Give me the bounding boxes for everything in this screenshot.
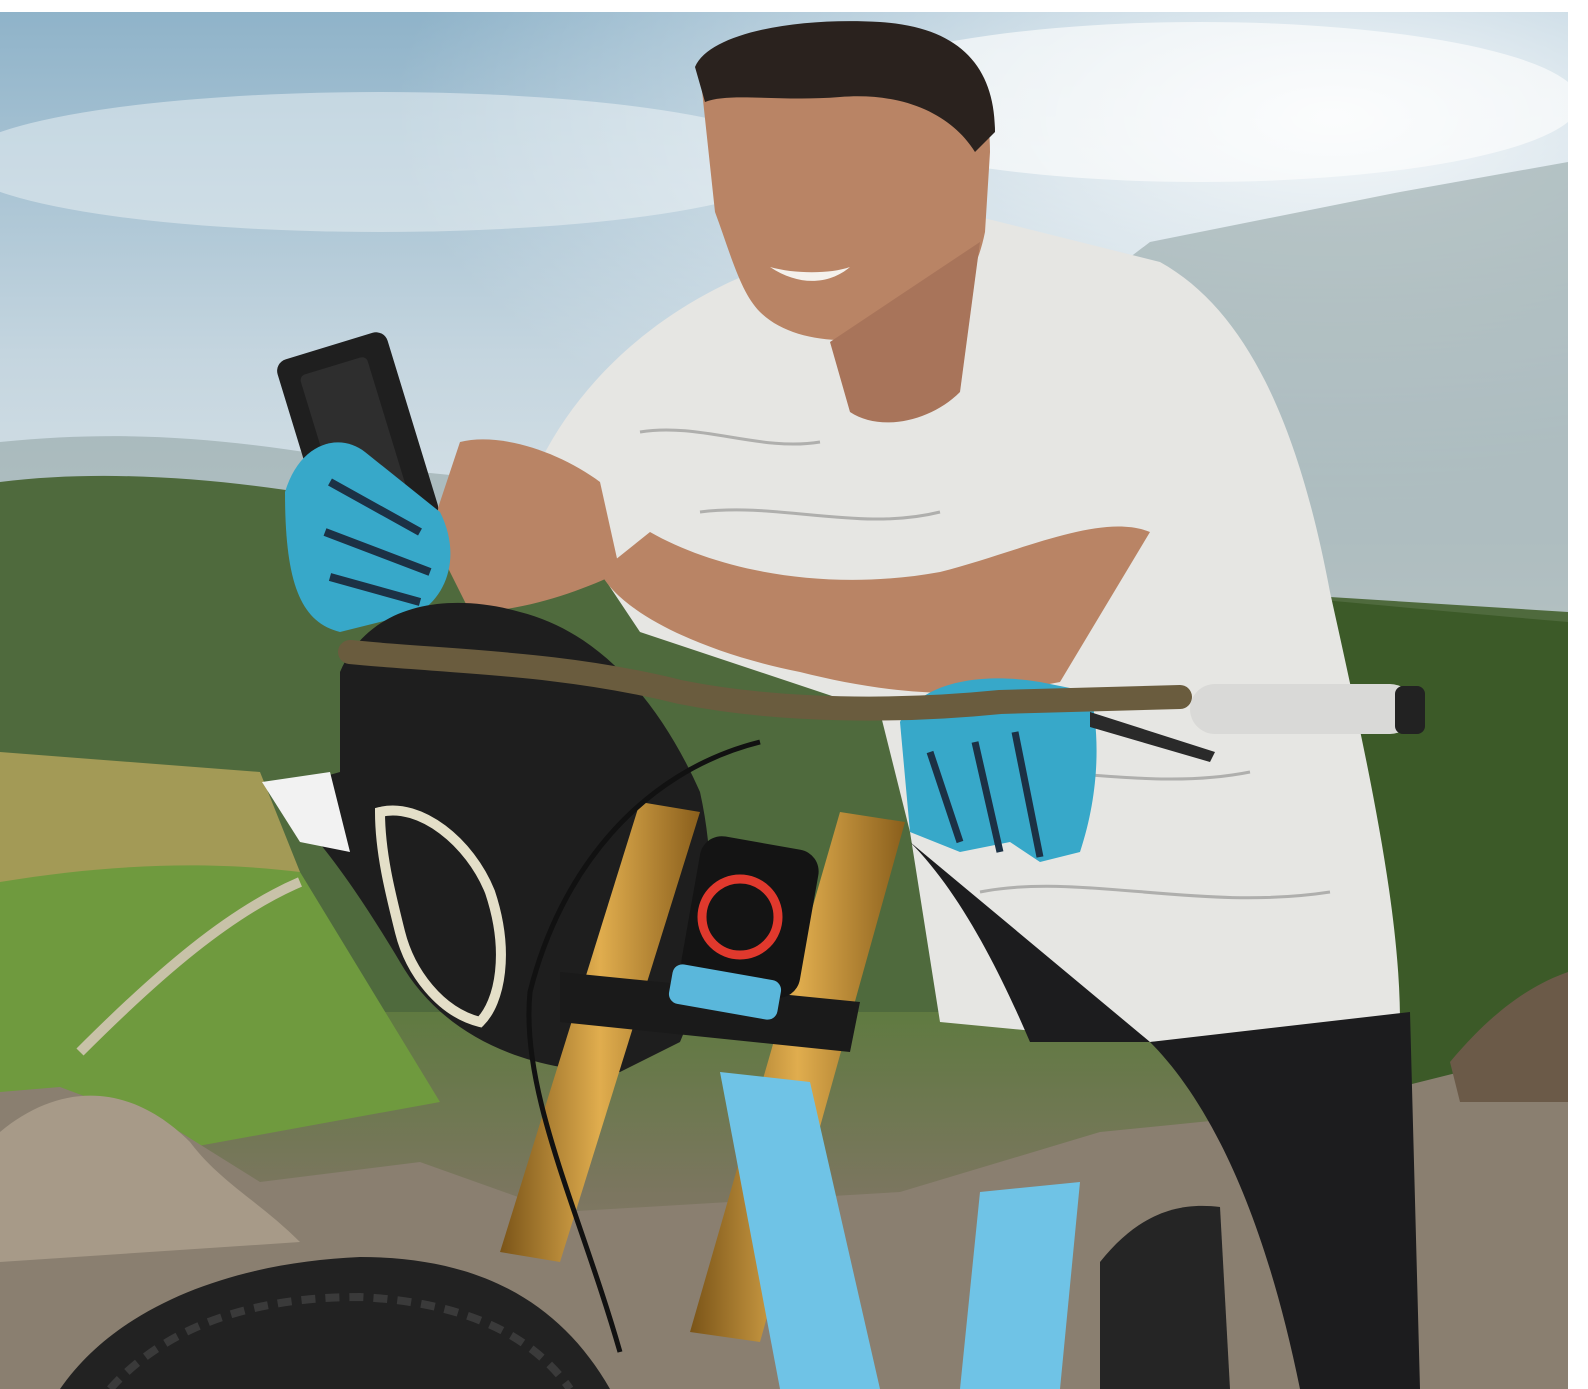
grip (1190, 684, 1415, 734)
photo-illustration (0, 12, 1568, 1389)
hero-photo (0, 12, 1568, 1389)
